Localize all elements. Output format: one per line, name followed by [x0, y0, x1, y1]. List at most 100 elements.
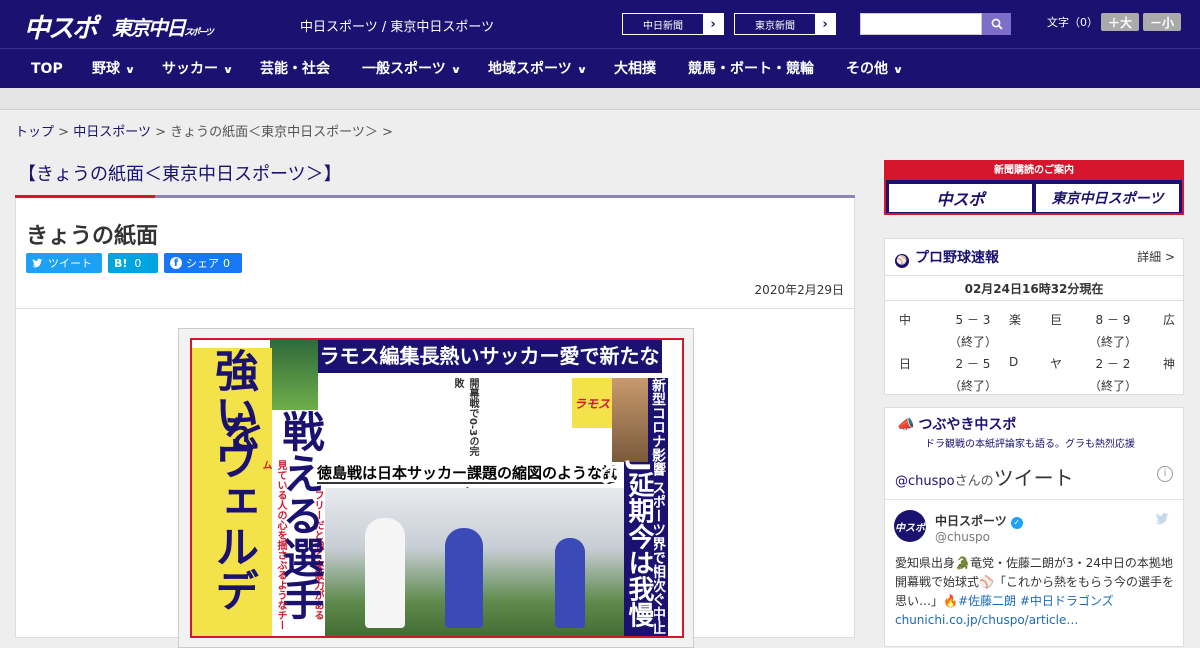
- paper-headline-bar: ラモス編集長熱いサッカー愛で新たな挑戦: [317, 340, 662, 401]
- game-status: （終了）: [1088, 335, 1137, 349]
- paper-column-a: 開幕戦で0-3の完敗: [452, 378, 478, 457]
- article-title: きょうの紙面: [26, 224, 159, 249]
- game-home-team: ヤ: [1050, 357, 1063, 371]
- game-status: （終了）: [948, 379, 997, 393]
- breadcrumb-top[interactable]: トップ: [15, 125, 54, 140]
- paper-match-photo: [325, 488, 625, 636]
- paper-subheadline: 徳島戦は日本サッカー課題の縮図のような試合: [317, 462, 617, 504]
- nav-racing[interactable]: 競馬・ボート・競輪: [688, 49, 814, 89]
- paper-photo-ramos: [270, 340, 318, 410]
- site-tagline: 中日スポーツ / 東京中日スポーツ: [300, 20, 495, 35]
- tweets-handle-link[interactable]: @chuspo: [895, 474, 955, 489]
- tweet-body: 愛知県出身🐊竜党・佐藤二朗が3・24中日の本拠地開幕戦で始球式⚾「これから熱をも…: [895, 554, 1177, 630]
- chunichi-shimbun-link[interactable]: 中日新聞 ›: [622, 13, 724, 35]
- avatar[interactable]: 中スポ: [894, 510, 926, 542]
- baseball-icon: ⚾: [895, 254, 909, 268]
- paper-right-big-headline: J延期今は我慢の: [594, 462, 654, 636]
- baseball-scores-widget: ⚾ プロ野球速報 詳細 > 02月24日16時32分現在 中 5 － 3 楽 （終…: [884, 238, 1184, 395]
- nav-label: 大相撲: [614, 61, 656, 77]
- nav-label: その他: [846, 61, 888, 77]
- nav-label: 競馬・ボート・競輪: [688, 61, 814, 77]
- chevron-down-icon: ∨: [222, 65, 234, 76]
- verified-badge-icon: ✓: [1010, 517, 1023, 529]
- nav-baseball[interactable]: 野球 ∨: [92, 49, 136, 89]
- nav-soccer[interactable]: サッカー ∨: [162, 49, 234, 89]
- main-nav: TOP 野球 ∨ サッカー ∨ 芸能・社会 一般スポーツ ∨ 地域スポーツ ∨ 大相撲 …: [0, 48, 1200, 88]
- nav-entertainment[interactable]: 芸能・社会: [260, 49, 330, 89]
- breadcrumb-current: きょうの紙面＜東京中日スポーツ＞: [170, 125, 378, 140]
- player-figure: [555, 538, 585, 628]
- tweets-heading-text: ツイート: [993, 466, 1074, 490]
- tokyo-shimbun-link[interactable]: 東京新聞 ›: [734, 13, 836, 35]
- tweet-hashtags[interactable]: #佐藤二朗 #中日ドラゴンズ: [958, 594, 1114, 608]
- breadcrumb: トップ > 中日スポーツ > きょうの紙面＜東京中日スポーツ＞ >: [15, 121, 393, 140]
- hatena-count: 0: [134, 256, 142, 270]
- subscription-banner[interactable]: 新聞購読のご案内 中スポ 東京中日スポーツ: [884, 160, 1184, 215]
- breadcrumb-separator: >: [155, 125, 166, 140]
- megaphone-icon: 📣: [897, 417, 915, 433]
- game-away-team: D: [1009, 355, 1019, 369]
- article-date: 2020年2月29日: [754, 283, 844, 297]
- article-card: きょうの紙面 ツイート B! 0 f シェア 0 2020年2月29日 ラモス編…: [15, 198, 855, 648]
- tweet-account-name[interactable]: 中日スポーツ ✓: [935, 512, 1023, 529]
- tweet-button[interactable]: ツイート: [26, 253, 102, 273]
- game-score[interactable]: 5 － 3: [943, 311, 1003, 328]
- tokyo-chunichi-logo[interactable]: 東京中日スポーツ: [112, 12, 214, 41]
- game-home-team: 巨: [1050, 313, 1063, 327]
- tweets-widget-title: 📣 つぶやき中スポ: [897, 414, 1016, 434]
- info-icon[interactable]: i: [1157, 466, 1173, 482]
- baseball-detail-link[interactable]: 詳細 >: [1137, 248, 1175, 265]
- nav-sumo[interactable]: 大相撲: [614, 49, 656, 89]
- chevron-down-icon: ∨: [124, 65, 136, 76]
- nav-label: 地域スポーツ: [488, 61, 572, 77]
- game-score[interactable]: 8 － 9: [1083, 311, 1143, 328]
- chuspo-logo[interactable]: 中スポ: [24, 8, 98, 45]
- game-away-team: 神: [1163, 357, 1176, 371]
- nav-top[interactable]: TOP: [31, 49, 63, 89]
- article-divider: [16, 308, 854, 309]
- newspaper-image: ラモス編集長熱いサッカー愛で新たな挑戦 強いヴェルディを フリーだと強く突破力が…: [190, 338, 684, 638]
- baseball-scores-title-text: プロ野球速報: [915, 250, 999, 266]
- nav-local-sports[interactable]: 地域スポーツ ∨: [488, 49, 587, 89]
- facebook-icon: f: [170, 257, 182, 269]
- nav-label: サッカー: [162, 61, 218, 77]
- nav-general-sports[interactable]: 一般スポーツ ∨: [362, 49, 462, 89]
- tweet-link[interactable]: chunichi.co.jp/chuspo/article…: [895, 613, 1078, 627]
- hatena-bookmark-button[interactable]: B! 0: [108, 253, 158, 273]
- game-score[interactable]: 2 － 5: [943, 355, 1003, 372]
- player-figure: [365, 518, 405, 628]
- nav-label: TOP: [31, 61, 63, 77]
- facebook-share-button[interactable]: f シェア 0: [164, 253, 242, 273]
- game-away-team: 広: [1163, 313, 1176, 327]
- font-bigger-button[interactable]: ＋大: [1101, 13, 1139, 31]
- site-header: 中スポ 東京中日スポーツ 中日スポーツ / 東京中日スポーツ 中日新聞 › 東京新…: [0, 0, 1200, 48]
- tweet-account-handle[interactable]: @chuspo: [935, 530, 990, 544]
- tweets-heading: @chuspoさんのツイート i: [895, 462, 1175, 491]
- tweets-widget-subtitle: ドラ観戦の本紙評論家も語る。グラも熱烈応援: [925, 439, 1135, 450]
- hatena-bookmark-icon: B!: [114, 256, 128, 270]
- game-status: （終了）: [1088, 379, 1137, 393]
- baseball-updated-time: 02月24日16時32分現在: [885, 275, 1183, 301]
- nav-other[interactable]: その他 ∨: [846, 49, 904, 89]
- subscription-chuspo-logo: 中スポ: [889, 184, 1032, 212]
- tokyo-logo-text: 東京中日: [112, 16, 186, 40]
- breadcrumb-chuspo[interactable]: 中日スポーツ: [73, 125, 151, 140]
- nav-label: 芸能・社会: [260, 61, 330, 77]
- font-size-label: 文字（0）: [1047, 16, 1098, 29]
- game-score[interactable]: 2 － 2: [1083, 355, 1143, 372]
- search-button[interactable]: [982, 13, 1011, 35]
- tweets-divider: [885, 499, 1183, 500]
- tweet-label: ツイート: [48, 257, 92, 270]
- font-smaller-button[interactable]: －小: [1143, 13, 1181, 31]
- breadcrumb-separator: >: [58, 125, 70, 140]
- nav-label: 一般スポーツ: [362, 61, 446, 77]
- search-input[interactable]: [860, 13, 982, 35]
- tokyo-shimbun-label: 東京新聞: [755, 20, 795, 32]
- tweet-account-name-text: 中日スポーツ: [935, 514, 1007, 528]
- newspaper-front-page[interactable]: ラモス編集長熱いサッカー愛で新たな挑戦 強いヴェルディを フリーだと強く突破力が…: [178, 328, 694, 648]
- tweets-handle-suffix: さんの: [954, 474, 994, 489]
- chevron-right-icon: ›: [815, 14, 835, 34]
- paper-small-tag: ラモス: [572, 378, 612, 428]
- chevron-down-icon: ∨: [892, 65, 904, 76]
- chevron-down-icon: ∨: [450, 65, 462, 76]
